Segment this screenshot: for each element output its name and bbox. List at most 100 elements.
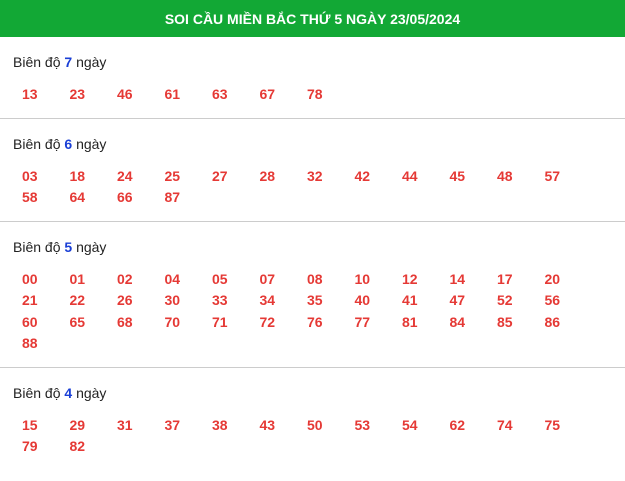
lottery-number: 32: [307, 167, 323, 184]
lottery-number: 77: [354, 313, 371, 330]
range-section: Biên độ 7 ngày 13 23 46 61 63 67 78: [0, 37, 625, 119]
number-list: 00 01 02 04 05 07 08 10 12 14 17 20 21 22 26 30 33 34 35 40…: [0, 257, 625, 367]
lottery-number: 17: [497, 270, 513, 287]
lottery-number: 18: [69, 167, 86, 184]
label-suffix: ngày: [76, 238, 107, 255]
lottery-number: 26: [117, 292, 133, 308]
lottery-number: 76: [307, 313, 323, 330]
lottery-number: 85: [497, 313, 513, 330]
lottery-number: 20: [544, 270, 561, 287]
lottery-number: 37: [164, 416, 181, 433]
range-section: Biên độ 5 ngày 00 01 02 04 05 07 08 10 12 14 17 20 21…: [0, 222, 625, 368]
section-label: Biên độ 4 ngày: [0, 368, 625, 403]
lottery-number: 70: [164, 313, 181, 330]
range-section: Biên độ 4 ngày 15 29 31 37 38 43 50 53 54 62 74 75 79…: [0, 368, 625, 470]
lottery-number: 62: [449, 416, 466, 433]
lottery-number: 23: [69, 86, 86, 102]
lottery-number: 64: [69, 189, 86, 205]
lottery-number: 15: [22, 416, 38, 433]
lottery-number: 27: [212, 167, 228, 184]
day-count: 4: [64, 384, 73, 401]
lottery-number: 34: [259, 292, 276, 308]
lottery-number: 07: [259, 270, 276, 287]
lottery-number: 57: [544, 167, 561, 184]
label-suffix: ngày: [76, 54, 107, 70]
label-prefix: Biên độ: [13, 135, 61, 152]
number-list: 03 18 24 25 27 28 32 42 44 45 48 57 58 64 66 87: [0, 154, 625, 221]
label-prefix: Biên độ: [13, 54, 61, 70]
lottery-number: 65: [69, 313, 86, 330]
lottery-number: 47: [449, 292, 466, 308]
lottery-number: 63: [212, 86, 228, 102]
label-prefix: Biên độ: [13, 238, 61, 255]
page-header: SOI CẦU MIỀN BẮC THỨ 5 NGÀY 23/05/2024: [0, 0, 625, 37]
lottery-number: 43: [259, 416, 276, 433]
lottery-number: 84: [449, 313, 466, 330]
section-label: Biên độ 5 ngày: [0, 222, 625, 257]
page-title: SOI CẦU MIỀN BẮC THỨ 5 NGÀY 23/05/2024: [164, 10, 461, 27]
lottery-number: 30: [164, 292, 181, 308]
lottery-number: 66: [117, 189, 133, 205]
number-list: 15 29 31 37 38 43 50 53 54 62 74 75 79 82: [0, 403, 625, 470]
lottery-number: 03: [22, 167, 38, 184]
lottery-number: 00: [22, 270, 38, 287]
lottery-number: 14: [449, 270, 466, 287]
section-label: Biên độ 6 ngày: [0, 119, 625, 154]
day-count: 5: [64, 238, 73, 255]
lottery-number: 87: [164, 189, 181, 205]
lottery-number: 04: [164, 270, 181, 287]
lottery-number: 46: [117, 86, 133, 102]
lottery-number: 86: [544, 313, 561, 330]
lottery-number: 53: [354, 416, 371, 433]
lottery-number: 71: [212, 313, 228, 330]
range-section: Biên độ 6 ngày 03 18 24 25 27 28 32 42 44 45 48 57 58…: [0, 119, 625, 222]
lottery-number: 13: [22, 86, 38, 102]
lottery-number: 72: [259, 313, 276, 330]
lottery-number: 45: [449, 167, 466, 184]
lottery-number: 79: [22, 438, 38, 454]
lottery-number: 21: [22, 292, 38, 308]
lottery-number: 54: [402, 416, 418, 433]
lottery-number: 44: [402, 167, 418, 184]
lottery-number: 40: [354, 292, 371, 308]
lottery-number: 01: [69, 270, 86, 287]
lottery-number: 88: [22, 335, 38, 351]
section-label: Biên độ 7 ngày: [0, 37, 625, 72]
lottery-number: 25: [164, 167, 181, 184]
lottery-number: 68: [117, 313, 133, 330]
day-count: 7: [64, 54, 73, 70]
lottery-number: 50: [307, 416, 323, 433]
lottery-number: 82: [69, 438, 86, 454]
lottery-number: 48: [497, 167, 513, 184]
lottery-number: 22: [69, 292, 86, 308]
lottery-number: 24: [117, 167, 133, 184]
sections-container: Biên độ 7 ngày 13 23 46 61 63 67 78 Biên độ 6 ng…: [0, 37, 625, 470]
lottery-number: 02: [117, 270, 133, 287]
day-count: 6: [64, 135, 73, 152]
label-suffix: ngày: [76, 384, 107, 401]
lottery-number: 74: [497, 416, 513, 433]
lottery-number: 35: [307, 292, 323, 308]
lottery-number: 28: [259, 167, 276, 184]
number-list: 13 23 46 61 63 67 78: [0, 72, 625, 118]
lottery-number: 10: [354, 270, 371, 287]
lottery-number: 31: [117, 416, 133, 433]
lottery-number: 58: [22, 189, 38, 205]
lottery-number: 78: [307, 86, 323, 102]
label-prefix: Biên độ: [13, 384, 61, 401]
lottery-number: 41: [402, 292, 418, 308]
lottery-number: 60: [22, 313, 38, 330]
lottery-number: 67: [259, 86, 276, 102]
lottery-number: 33: [212, 292, 228, 308]
lottery-number: 05: [212, 270, 228, 287]
lottery-number: 56: [544, 292, 561, 308]
lottery-number: 38: [212, 416, 228, 433]
lottery-number: 81: [402, 313, 418, 330]
lottery-number: 42: [354, 167, 371, 184]
lottery-number: 08: [307, 270, 323, 287]
lottery-number: 12: [402, 270, 418, 287]
lottery-number: 29: [69, 416, 86, 433]
lottery-number: 52: [497, 292, 513, 308]
label-suffix: ngày: [76, 135, 107, 152]
lottery-number: 75: [544, 416, 561, 433]
